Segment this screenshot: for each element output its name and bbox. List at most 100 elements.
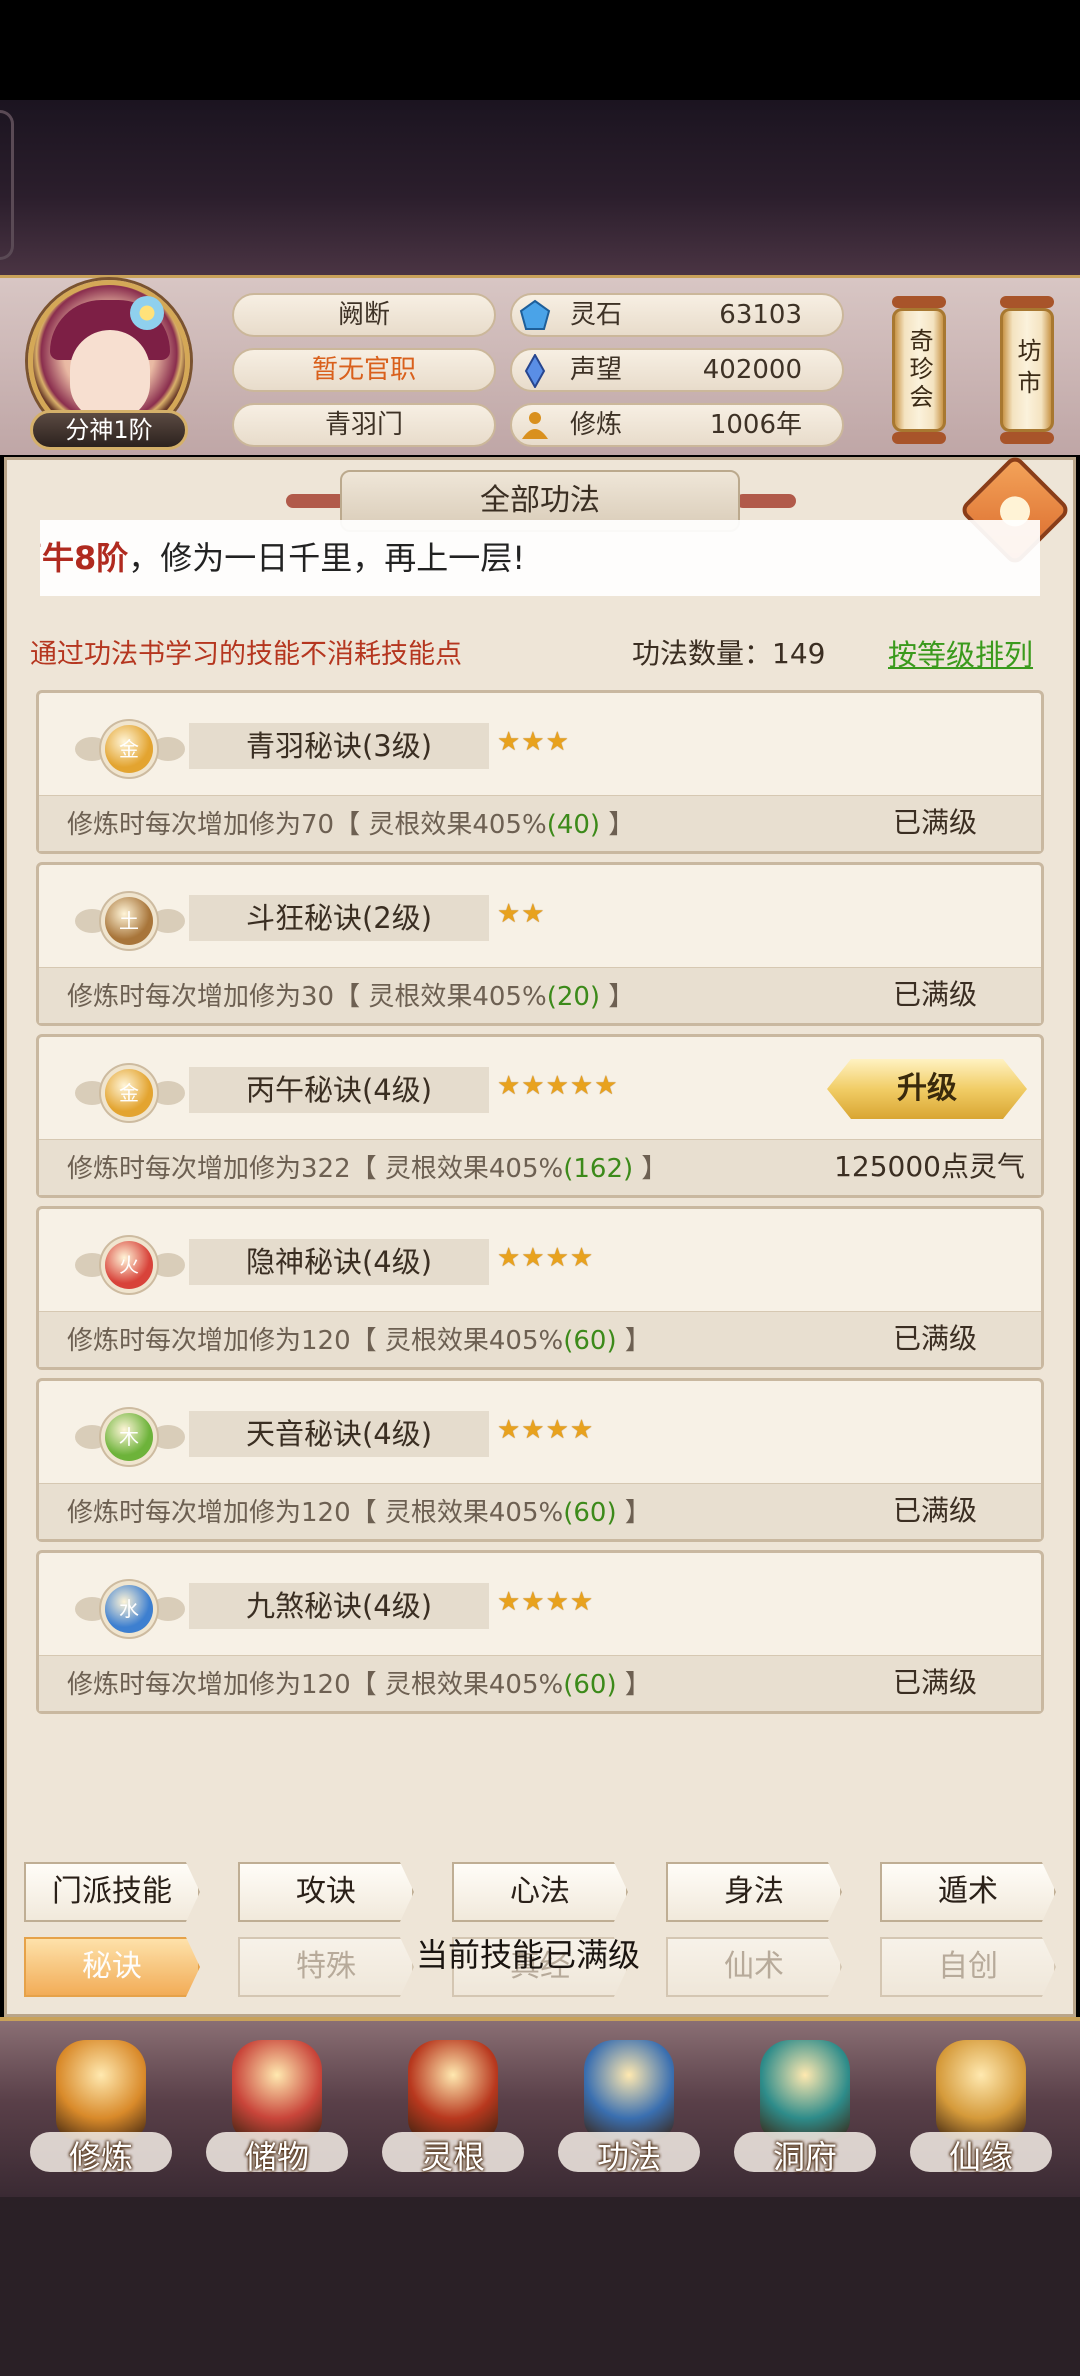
flower-icon xyxy=(130,296,164,330)
resource-value: 1006年 xyxy=(709,410,802,440)
scene-background xyxy=(0,100,1080,275)
skill-stars: ★★★★ xyxy=(497,1243,595,1273)
element-icon: 火 xyxy=(105,1241,153,1289)
badge-wing xyxy=(75,1253,109,1277)
tab-special[interactable]: 特殊 xyxy=(238,1937,414,1997)
resource-value: 63103 xyxy=(719,300,802,330)
desc-suffix: 】 xyxy=(600,982,635,1012)
skill-count: 功法数量：149 xyxy=(632,637,826,670)
tab-escape-art[interactable]: 遁术 xyxy=(880,1862,1056,1922)
skill-point-hint: 通过功法书学习的技能不消耗技能点 xyxy=(30,639,462,670)
resource-cultivation-years[interactable]: 修炼 1006年 xyxy=(510,403,844,447)
skill-stars: ★★★★ xyxy=(497,1415,595,1445)
skill-card[interactable]: 火 隐神秘诀(4级) ★★★★ 修炼时每次增加修为120【 灵根效果405%(6… xyxy=(36,1206,1044,1370)
marquee-highlight: 丙牛8阶 xyxy=(40,539,129,577)
market-label: 坊市 xyxy=(1000,308,1054,432)
resource-label: 灵石 xyxy=(570,300,623,330)
nav-item-skill-book[interactable]: 功法 xyxy=(554,2040,704,2190)
badge-wing xyxy=(151,1081,185,1105)
scroll-cap xyxy=(1000,432,1054,444)
realm-badge: 分神1阶 xyxy=(30,410,188,450)
meditation-icon xyxy=(522,412,548,439)
bottom-area xyxy=(0,2197,1080,2376)
desc-text: 修炼时每次增加修为120【 灵根效果405% xyxy=(67,1498,564,1528)
element-badge: 火 xyxy=(75,1227,185,1303)
desc-text: 修炼时每次增加修为70【 灵根效果405% xyxy=(67,810,547,840)
skill-card[interactable]: 金 青羽秘诀(3级) ★★★ 修炼时每次增加修为70【 灵根效果405%(40)… xyxy=(36,690,1044,854)
skill-card[interactable]: 水 九煞秘诀(4级) ★★★★ 修炼时每次增加修为120【 灵根效果405%(6… xyxy=(36,1550,1044,1714)
element-icon: 木 xyxy=(105,1413,153,1461)
desc-text: 修炼时每次增加修为120【 灵根效果405% xyxy=(67,1670,564,1700)
tab-body-method[interactable]: 身法 xyxy=(666,1862,842,1922)
tab-sect-skills[interactable]: 门派技能 xyxy=(24,1862,200,1922)
prestige-crystal-icon xyxy=(524,354,546,388)
desc-bonus: (60) xyxy=(563,1498,617,1528)
resource-spirit-stone[interactable]: 灵石 63103 xyxy=(510,293,844,337)
skill-card[interactable]: 土 斗狂秘诀(2级) ★★ 修炼时每次增加修为30【 灵根效果405%(20) … xyxy=(36,862,1044,1026)
skill-stars: ★★★★★ xyxy=(497,1071,619,1101)
tab-self-created[interactable]: 自创 xyxy=(880,1937,1056,1997)
badge-wing xyxy=(151,1597,185,1621)
resource-label: 修炼 xyxy=(570,410,623,440)
spirit-root-icon xyxy=(408,2040,498,2140)
skill-description: 修炼时每次增加修为120【 灵根效果405%(60) 】 xyxy=(67,1320,651,1357)
resource-prestige[interactable]: 声望 402000 xyxy=(510,348,844,392)
tab-immortal-art[interactable]: 仙术 xyxy=(666,1937,842,1997)
skill-card[interactable]: 木 天音秘诀(4级) ★★★★ 修炼时每次增加修为120【 灵根效果405%(6… xyxy=(36,1378,1044,1542)
skill-name: 天音秘诀(4级) xyxy=(189,1411,489,1457)
skill-name: 隐神秘诀(4级) xyxy=(189,1239,489,1285)
nav-item-storage-bag[interactable]: 储物 xyxy=(202,2040,352,2190)
cave-dwelling-icon xyxy=(760,2040,850,2140)
element-badge: 水 xyxy=(75,1571,185,1647)
marquee-text: ，修为一日千里，再上一层! xyxy=(128,539,526,577)
desc-text: 修炼时每次增加修为322【 灵根效果405% xyxy=(67,1154,564,1184)
desc-suffix: 】 xyxy=(616,1670,651,1700)
upgrade-button[interactable]: 升级 xyxy=(827,1059,1027,1119)
cultivation-icon xyxy=(56,2040,146,2140)
tab-attack[interactable]: 攻诀 xyxy=(238,1862,414,1922)
skill-stars: ★★★ xyxy=(497,727,570,757)
skill-stars: ★★ xyxy=(497,899,546,929)
resource-value: 402000 xyxy=(702,355,802,385)
skill-description: 修炼时每次增加修为30【 灵根效果405%(20) 】 xyxy=(67,976,634,1013)
element-badge: 土 xyxy=(75,883,185,959)
skill-book-icon xyxy=(584,2040,674,2140)
nav-item-cave-dwelling[interactable]: 洞府 xyxy=(730,2040,880,2190)
badge-wing xyxy=(75,1597,109,1621)
desc-suffix: 】 xyxy=(616,1326,651,1356)
treasure-fair-button[interactable]: 奇珍会 xyxy=(892,296,946,444)
element-icon: 金 xyxy=(105,1069,153,1117)
official-rank[interactable]: 暂无官职 xyxy=(232,348,496,392)
scroll-cap xyxy=(892,296,946,308)
tab-secret-art[interactable]: 秘诀 xyxy=(24,1937,200,1997)
desc-text: 修炼时每次增加修为120【 灵根效果405% xyxy=(67,1326,564,1356)
status-bar-area xyxy=(0,0,1080,100)
skill-description: 修炼时每次增加修为120【 灵根效果405%(60) 】 xyxy=(67,1664,651,1701)
badge-wing xyxy=(151,1253,185,1277)
storage-bag-icon xyxy=(232,2040,322,2140)
skill-card[interactable]: 金 丙午秘诀(4级) ★★★★★ 升级 修炼时每次增加修为322【 灵根效果40… xyxy=(36,1034,1044,1198)
skill-name: 斗狂秘诀(2级) xyxy=(189,895,489,941)
max-level-toast: 当前技能已满级 xyxy=(416,1936,641,1974)
tab-mind-method[interactable]: 心法 xyxy=(452,1862,628,1922)
title-ornament-left xyxy=(286,494,346,508)
badge-wing xyxy=(151,737,185,761)
skill-description: 修炼时每次增加修为70【 灵根效果405%(40) 】 xyxy=(67,804,634,841)
sort-by-level-link[interactable]: 按等级排列 xyxy=(888,632,1033,674)
element-badge: 金 xyxy=(75,1055,185,1131)
side-drawer-handle[interactable] xyxy=(0,110,14,260)
sect-name[interactable]: 青羽门 xyxy=(232,403,496,447)
element-icon: 水 xyxy=(105,1585,153,1633)
resource-label: 声望 xyxy=(570,355,623,385)
nav-item-gourd[interactable]: 仙缘 xyxy=(906,2040,1056,2190)
desc-bonus: (60) xyxy=(563,1326,617,1356)
market-button[interactable]: 坊市 xyxy=(1000,296,1054,444)
badge-wing xyxy=(75,1425,109,1449)
desc-bonus: (20) xyxy=(546,982,601,1012)
nav-item-cultivation[interactable]: 修炼 xyxy=(26,2040,176,2190)
nav-item-spirit-root[interactable]: 灵根 xyxy=(378,2040,528,2190)
badge-wing xyxy=(151,909,185,933)
nav-label: 功法 xyxy=(596,2138,661,2176)
max-level-status: 已满级 xyxy=(892,978,977,1011)
nav-label: 洞府 xyxy=(772,2138,837,2176)
